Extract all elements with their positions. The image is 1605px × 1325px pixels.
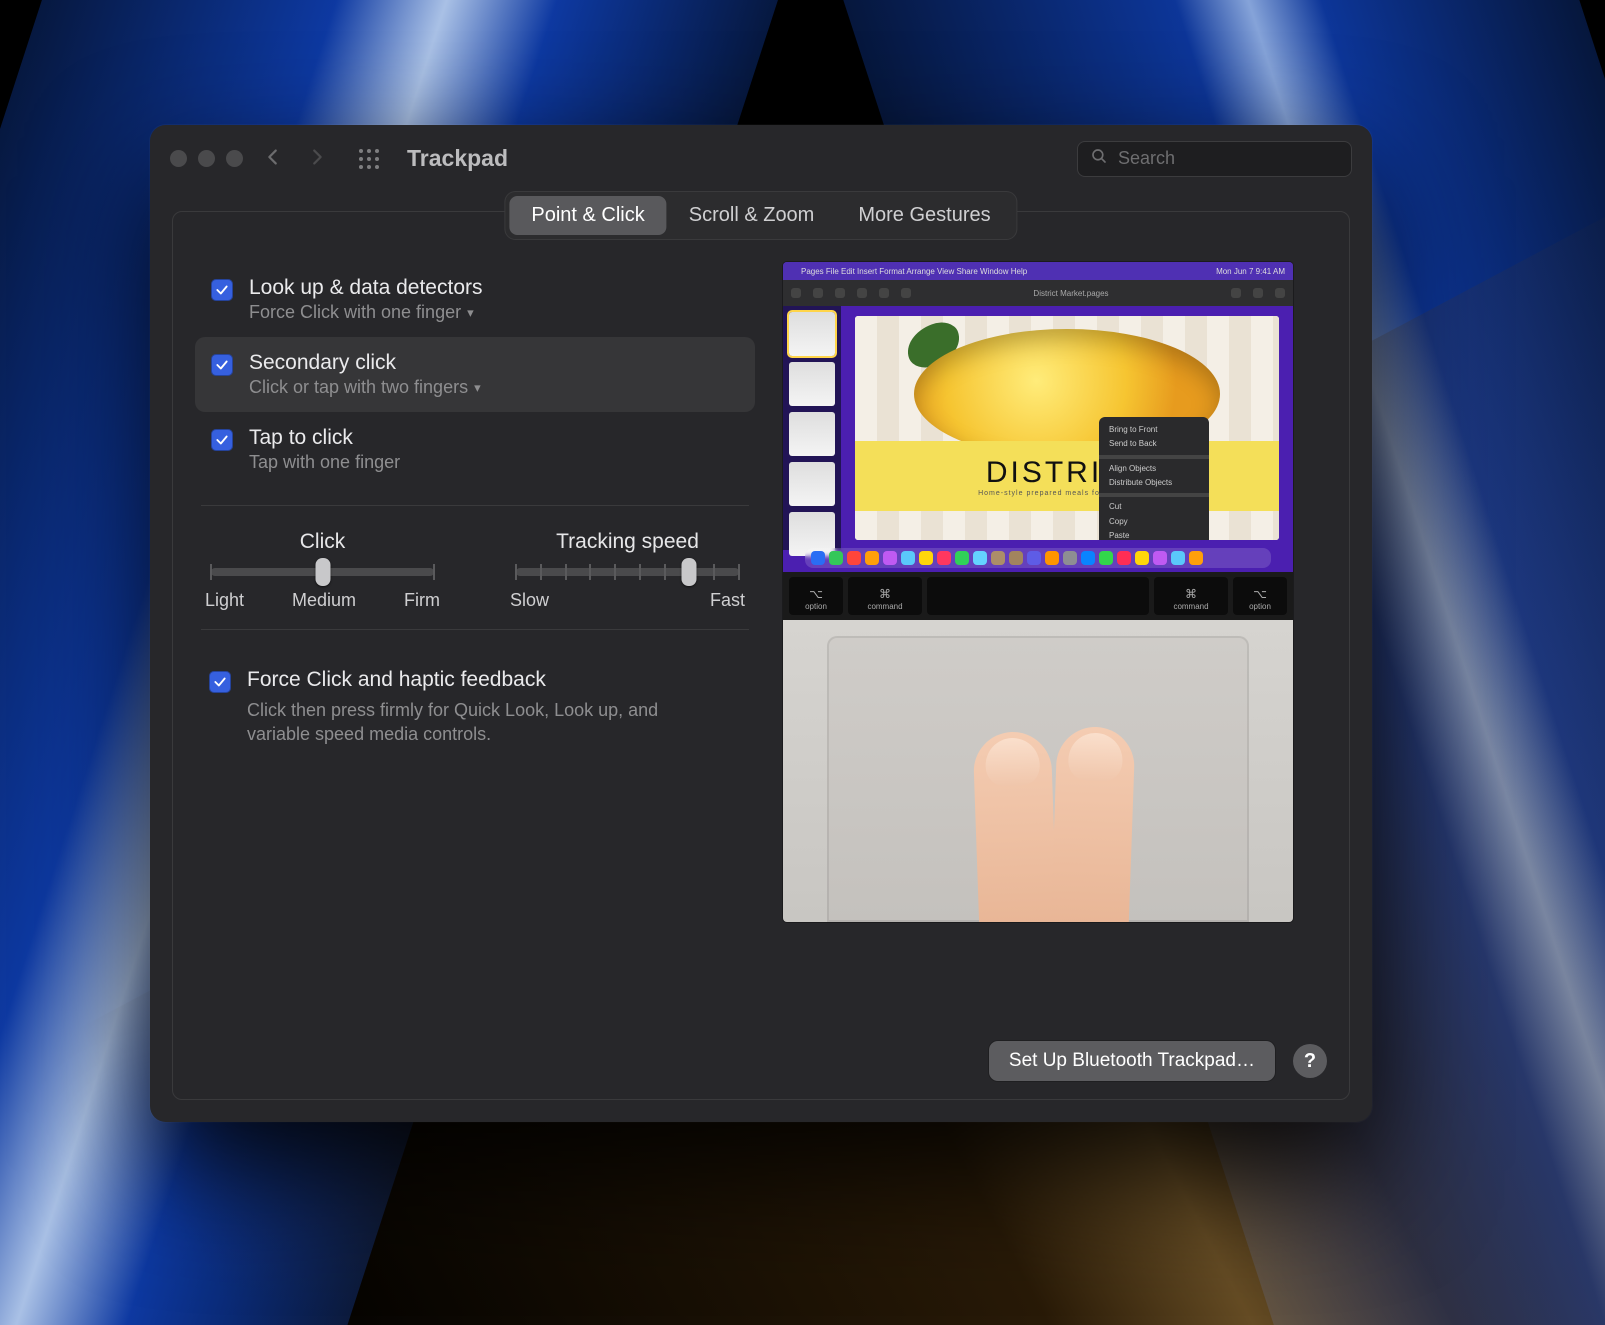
preview-doc-title: District Market.pages [923, 289, 1219, 298]
forward-button[interactable] [303, 145, 331, 173]
force-click-title: Force Click and haptic feedback [247, 668, 707, 692]
tracking-label-slow: Slow [510, 590, 549, 611]
checkbox-secondary-click[interactable] [211, 354, 233, 376]
tracking-slider-block: Tracking speed Slow Fast [510, 530, 745, 611]
option-tap-title: Tap to click [249, 426, 400, 450]
titlebar: Trackpad [150, 125, 1372, 193]
search-icon [1090, 147, 1108, 170]
preview-page-thumbs [783, 306, 841, 550]
preview-trackpad [783, 620, 1293, 922]
search-input[interactable] [1118, 148, 1339, 169]
tab-more-gestures[interactable]: More Gestures [836, 196, 1012, 235]
tracking-slider-thumb[interactable] [682, 558, 697, 586]
preview-hand [946, 722, 1176, 922]
options-column: Look up & data detectors Force Click wit… [195, 262, 755, 1027]
preview-document: DISTRICT Home-style prepared meals for y… [855, 316, 1279, 540]
option-lookup-subtitle: Force Click with one finger [249, 302, 461, 323]
click-slider-title: Click [205, 530, 440, 554]
checkbox-force-click[interactable] [209, 671, 231, 693]
preview-clock: Mon Jun 7 9:41 AM [1216, 267, 1285, 276]
click-slider[interactable] [211, 568, 434, 576]
checkbox-tap-to-click[interactable] [211, 429, 233, 451]
click-slider-block: Click Light Medium Firm [205, 530, 440, 611]
system-preferences-window: Trackpad Point & Click Scroll & Zoom Mor… [150, 125, 1372, 1122]
checkbox-lookup[interactable] [211, 279, 233, 301]
search-field[interactable] [1077, 141, 1352, 177]
preview-menubar: Pages File Edit Insert Format Arrange Vi… [783, 262, 1293, 280]
click-label-firm: Firm [404, 590, 440, 611]
preview-dock [805, 548, 1271, 568]
divider [201, 629, 749, 630]
window-controls [170, 150, 243, 167]
tracking-label-fast: Fast [710, 590, 745, 611]
chevron-down-icon[interactable]: ▾ [467, 305, 474, 321]
preview-toolbar: District Market.pages [783, 280, 1293, 306]
preview-context-menu: Bring to FrontSend to BackAlign ObjectsD… [1099, 417, 1209, 540]
tab-point-and-click[interactable]: Point & Click [509, 196, 666, 235]
option-secondary-title: Secondary click [249, 351, 481, 375]
option-secondary-subtitle: Click or tap with two fingers [249, 377, 468, 398]
tracking-slider-title: Tracking speed [510, 530, 745, 554]
tab-bar: Point & Click Scroll & Zoom More Gesture… [505, 192, 1016, 239]
close-window-button[interactable] [170, 150, 187, 167]
preview-column: Pages File Edit Insert Format Arrange Vi… [783, 262, 1327, 1027]
click-label-medium: Medium [292, 590, 356, 611]
window-title: Trackpad [407, 145, 508, 172]
preview-screen: Pages File Edit Insert Format Arrange Vi… [783, 262, 1293, 572]
sliders-row: Click Light Medium Firm Tracking speed [195, 524, 755, 611]
setup-bluetooth-trackpad-button[interactable]: Set Up Bluetooth Trackpad… [989, 1041, 1275, 1081]
option-lookup[interactable]: Look up & data detectors Force Click wit… [195, 262, 755, 337]
minimize-window-button[interactable] [198, 150, 215, 167]
option-lookup-title: Look up & data detectors [249, 276, 483, 300]
content-frame: Point & Click Scroll & Zoom More Gesture… [172, 211, 1350, 1100]
option-secondary-click[interactable]: Secondary click Click or tap with two fi… [195, 337, 755, 412]
gesture-preview: Pages File Edit Insert Format Arrange Vi… [783, 262, 1293, 922]
back-button[interactable] [259, 145, 287, 173]
chevron-down-icon[interactable]: ▾ [474, 380, 481, 396]
footer: Set Up Bluetooth Trackpad… ? [195, 1027, 1327, 1081]
option-tap-subtitle: Tap with one finger [249, 452, 400, 473]
show-all-icon[interactable] [357, 147, 381, 171]
force-click-description: Click then press firmly for Quick Look, … [247, 698, 707, 747]
divider [201, 505, 749, 506]
click-slider-thumb[interactable] [315, 558, 330, 586]
tracking-slider[interactable] [516, 568, 739, 576]
zoom-window-button[interactable] [226, 150, 243, 167]
tab-scroll-and-zoom[interactable]: Scroll & Zoom [667, 196, 837, 235]
option-tap-to-click[interactable]: Tap to click Tap with one finger [195, 412, 755, 487]
option-force-click[interactable]: Force Click and haptic feedback Click th… [195, 648, 755, 753]
preview-keyboard: ⌥option ⌘command ⌘command ⌥option [783, 572, 1293, 620]
click-label-light: Light [205, 590, 244, 611]
help-button[interactable]: ? [1293, 1044, 1327, 1078]
